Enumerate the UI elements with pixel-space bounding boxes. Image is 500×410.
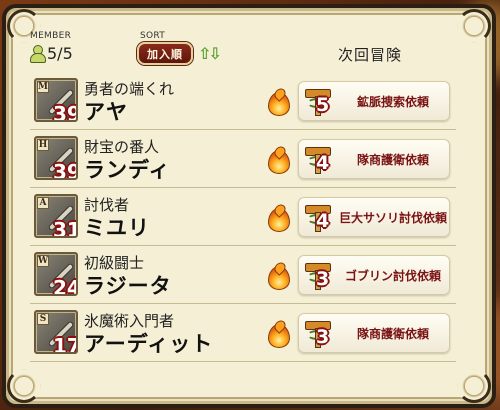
member-row[interactable]: S 17 氷魔術入門者 アーディット 3 隊商護衛依頼 (30, 304, 456, 362)
fire-icon (266, 146, 290, 174)
person-icon (30, 45, 46, 63)
quest-name: 隊商護衛依頼 (356, 153, 429, 167)
corner-ornament (457, 9, 491, 43)
member-label: MEMBER (30, 31, 72, 41)
member-portrait: A 31 (34, 194, 78, 238)
rank-letter: H (37, 139, 49, 151)
fire-icon (266, 204, 290, 232)
sort-label: SORT (140, 31, 166, 41)
member-name: ミユリ (84, 216, 150, 240)
rank-letter: A (37, 197, 49, 209)
next-adventure-title: 次回冒険 (338, 46, 403, 64)
corner-ornament (7, 369, 41, 403)
member-count-value: 5/5 (47, 44, 73, 63)
rank-letter: W (37, 255, 49, 267)
member-portrait: W 24 (34, 252, 78, 296)
quest-number: 5 (316, 94, 330, 116)
rank-letter: M (37, 81, 49, 93)
corner-ornament (457, 369, 491, 403)
member-row[interactable]: W 24 初級闘士 ラジータ 3 ゴブリン討伐依頼 (30, 246, 456, 304)
quest-button[interactable]: 4 巨大サソリ討伐依頼 (298, 197, 450, 237)
quest-name: 巨大サソリ討伐依頼 (339, 211, 447, 225)
member-row[interactable]: H 39 財宝の番人 ランディ 4 隊商護衛依頼 (30, 130, 456, 188)
member-level: 24 (53, 276, 76, 296)
quest-name: ゴブリン討伐依頼 (344, 269, 441, 283)
member-count: 5/5 (30, 44, 73, 63)
fire-icon (266, 320, 290, 348)
sort-button[interactable]: 加入順 (137, 42, 193, 65)
member-name: ラジータ (84, 274, 172, 298)
member-portrait: H 39 (34, 136, 78, 180)
member-name: アヤ (84, 100, 128, 124)
member-portrait: S 17 (34, 310, 78, 354)
fire-icon (266, 262, 290, 290)
quest-number: 3 (316, 326, 330, 348)
fire-icon (266, 88, 290, 116)
quest-button[interactable]: 3 ゴブリン討伐依頼 (298, 255, 450, 295)
quest-button[interactable]: 4 隊商護衛依頼 (298, 139, 450, 179)
quest-button[interactable]: 5 鉱脈捜索依頼 (298, 81, 450, 121)
quest-button[interactable]: 3 隊商護衛依頼 (298, 313, 450, 353)
member-portrait: M 39 (34, 78, 78, 122)
sort-arrows-icon[interactable]: ⇧⇩ (198, 44, 222, 63)
member-row[interactable]: A 31 討伐者 ミユリ 4 巨大サソリ討伐依頼 (30, 188, 456, 246)
member-level: 39 (53, 102, 76, 122)
member-name: ランディ (84, 158, 171, 182)
member-level: 39 (53, 160, 76, 180)
quest-number: 4 (316, 152, 330, 174)
quest-name: 隊商護衛依頼 (356, 327, 429, 341)
rank-letter: S (37, 313, 49, 325)
quest-number: 4 (316, 210, 330, 232)
quest-name: 鉱脈捜索依頼 (356, 95, 429, 109)
member-row[interactable]: M 39 勇者の端くれ アヤ 5 鉱脈捜索依頼 (30, 72, 456, 130)
member-name: アーディット (84, 332, 214, 356)
quest-number: 3 (316, 268, 330, 290)
member-level: 31 (53, 218, 76, 238)
member-level: 17 (53, 334, 76, 354)
